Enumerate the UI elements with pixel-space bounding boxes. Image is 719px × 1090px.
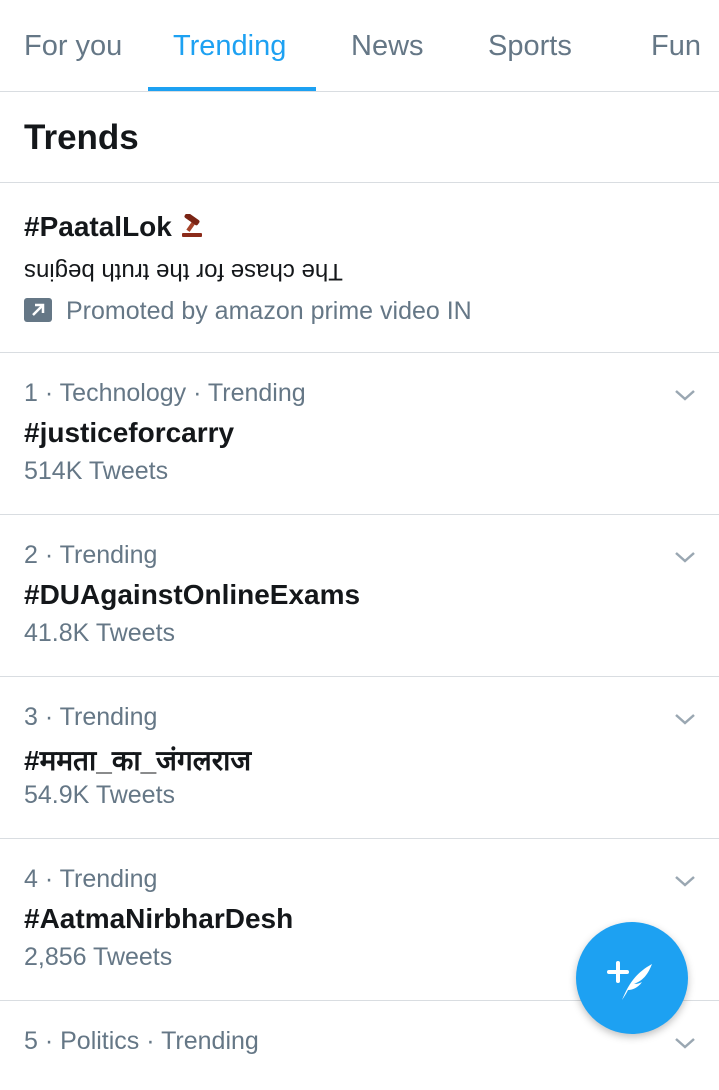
chevron-down-icon[interactable] [673,387,697,403]
promoted-by-line[interactable]: Promoted by amazon prime video IN [24,297,472,333]
trend-item[interactable]: 1 · Technology · Trending #justiceforcar… [0,353,719,515]
promoted-trend-description: The chase for the truth begins [24,258,343,285]
tab-trending[interactable]: Trending [173,0,286,91]
chevron-down-icon[interactable] [673,711,697,727]
promoted-arrow-icon [24,298,52,322]
promoted-by-text: Promoted by amazon prime video IN [66,297,472,325]
trend-tweet-count: 41.8K Tweets [24,619,176,647]
trend-meta: 3 · Trending [24,703,158,731]
trend-meta: 4 · Trending [24,865,158,893]
chevron-down-icon[interactable] [673,873,697,889]
top-tabs: For you Trending News Sports Fun [0,0,719,92]
tab-for-you[interactable]: For you [24,0,122,91]
trend-tweet-count: 54.9K Tweets [24,781,176,809]
tab-fun[interactable]: Fun [651,0,701,91]
compose-tweet-icon [607,961,652,1000]
trend-item[interactable]: 2 · Trending #DUAgainstOnlineExams 41.8K… [0,515,719,677]
trend-item[interactable]: 3 · Trending #ममता_का_जंगलराज 54.9K Twee… [0,677,719,839]
trend-tweet-count: 514K Tweets [24,457,169,485]
trend-name: #ममता_का_जंगलराज [24,745,252,776]
promoted-trend-title-line: #PaatalLok [24,211,206,243]
trend-tweet-count: 2,856 Tweets [24,943,173,971]
trend-name: #DUAgainstOnlineExams [24,579,361,610]
trends-header: Trends [0,92,719,183]
page-title: Trends [24,118,139,157]
chevron-down-icon[interactable] [673,1035,697,1051]
tab-news[interactable]: News [351,0,424,91]
trend-name: #justiceforcarry [24,417,235,448]
trend-meta: 1 · Technology · Trending [24,379,306,407]
gavel-icon [178,212,206,237]
promoted-trend-title: #PaatalLok [24,211,172,242]
tab-sports[interactable]: Sports [488,0,572,91]
promoted-trend[interactable]: #PaatalLok The chase for the truth begin… [0,183,719,353]
chevron-down-icon[interactable] [673,549,697,565]
trend-name: #AatmaNirbharDesh [24,903,294,934]
trend-meta: 2 · Trending [24,541,158,569]
compose-tweet-button[interactable] [576,922,688,1034]
trend-meta: 5 · Politics · Trending [24,1027,259,1055]
